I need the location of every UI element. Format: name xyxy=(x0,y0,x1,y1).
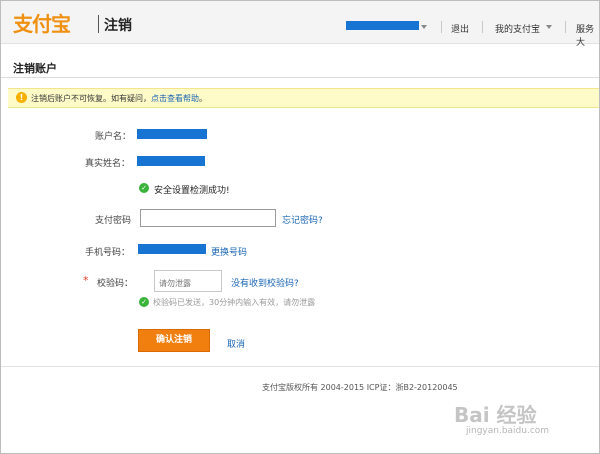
phone-label: 手机号码： xyxy=(85,248,131,258)
forgot-password-link[interactable]: 忘记密码? xyxy=(282,213,323,226)
baidu-watermark: Bai 经验 xyxy=(454,403,537,427)
nav-divider xyxy=(482,21,483,33)
help-link[interactable]: 点击查看帮助 xyxy=(151,94,199,103)
realname-value-redacted xyxy=(137,156,205,166)
account-label: 账户名： xyxy=(95,132,132,142)
notice-message: 注销后账户不可恢复。如有疑问，点击查看帮助。 xyxy=(31,93,207,104)
change-phone-link[interactable]: 更换号码 xyxy=(211,245,247,258)
check-icon: ✓ xyxy=(139,297,149,307)
phone-value-redacted xyxy=(138,244,206,254)
page-frame: 支付宝 注销 退出 我的支付宝 服务大 注销账户 ! 注销后账户不可恢复。如有疑… xyxy=(0,0,600,454)
cancel-link[interactable]: 取消 xyxy=(227,337,245,350)
my-alipay-menu[interactable]: 我的支付宝 xyxy=(495,22,540,35)
code-label: 校验码： xyxy=(97,279,134,289)
service-menu[interactable]: 服务大 xyxy=(576,22,599,48)
my-alipay-caret-icon[interactable] xyxy=(546,25,552,29)
check-icon: ✓ xyxy=(139,183,149,193)
user-dropdown-caret-icon[interactable] xyxy=(421,25,427,29)
resend-code-link[interactable]: 没有收到校验码? xyxy=(231,276,299,289)
nav-divider xyxy=(565,21,566,33)
nav-divider xyxy=(441,21,442,33)
realname-label: 真实姓名： xyxy=(85,159,131,169)
top-header: 支付宝 注销 退出 我的支付宝 服务大 xyxy=(1,1,599,48)
footer-copyright: 支付宝版权所有 2004-2015 ICP证：浙B2-20120045 xyxy=(262,383,458,392)
footer-divider xyxy=(1,366,599,367)
page-heading: 注销 xyxy=(104,18,132,34)
section-title: 注销账户 xyxy=(13,62,57,75)
confirm-cancellation-button[interactable]: 确认注销 xyxy=(138,329,210,352)
warning-icon: ! xyxy=(16,92,27,103)
logout-link[interactable]: 退出 xyxy=(451,22,469,35)
section-title-bar: 注销账户 xyxy=(1,55,599,78)
username-redacted[interactable] xyxy=(346,21,419,30)
security-check-message: 安全设置检测成功! xyxy=(154,186,230,196)
required-marker: * xyxy=(83,274,89,287)
pay-password-input[interactable] xyxy=(140,209,276,227)
pay-password-label: 支付密码 xyxy=(95,216,132,226)
verification-code-input[interactable] xyxy=(154,270,222,292)
code-sent-hint: 校验码已发送，30分钟内输入有效，请勿泄露 xyxy=(153,298,316,307)
notice-bar: ! 注销后账户不可恢复。如有疑问，点击查看帮助。 xyxy=(8,88,599,108)
notice-text: 注销后账户不可恢复。如有疑问， xyxy=(31,94,151,103)
watermark-url: jingyan.baidu.com xyxy=(466,426,550,436)
logo-divider xyxy=(98,15,99,33)
alipay-logo[interactable]: 支付宝 xyxy=(13,8,71,37)
account-value-redacted xyxy=(137,129,207,139)
notice-end: 。 xyxy=(199,94,207,103)
